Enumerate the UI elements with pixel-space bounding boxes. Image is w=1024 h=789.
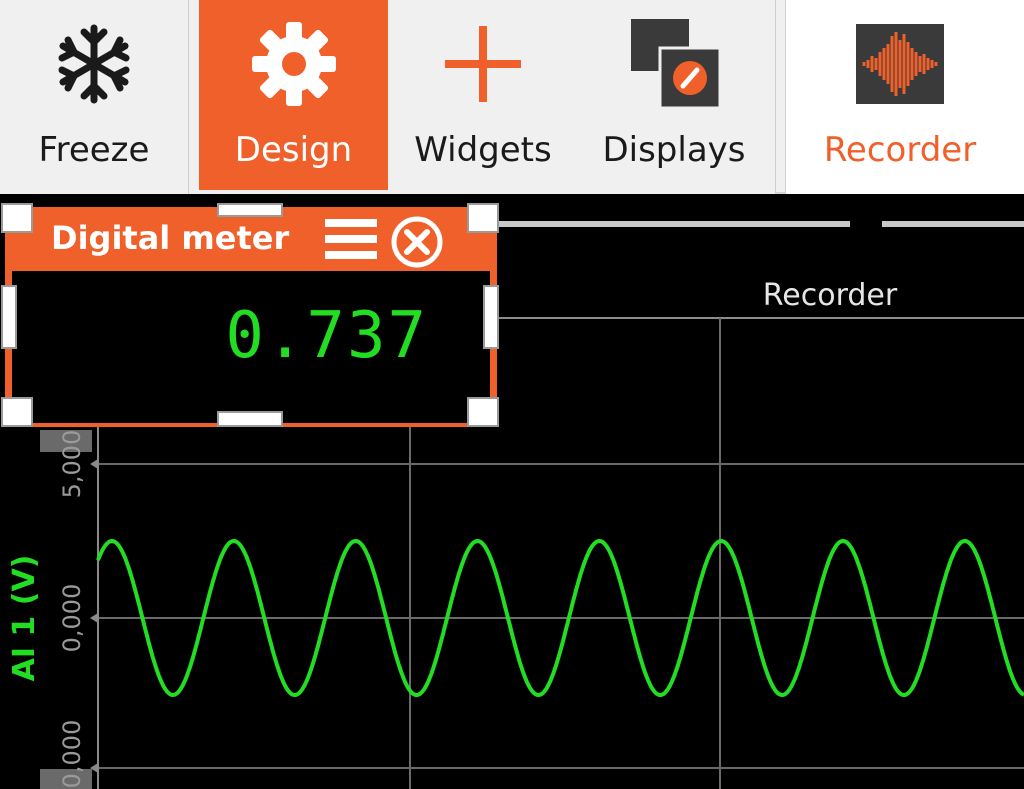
digital-meter-display: 0.737 [12, 271, 490, 423]
resize-handle-bottom-left[interactable] [1, 397, 33, 427]
resize-handle-top-right[interactable] [467, 203, 499, 233]
hamburger-menu-icon[interactable] [323, 213, 379, 265]
y-tick-label-5: 5,000 [58, 430, 86, 499]
design-label: Design [234, 130, 353, 170]
freeze-label: Freeze [38, 130, 150, 170]
app-window: Freeze Design Widgets Displays Recorder … [0, 0, 1024, 789]
y-tick-marker [90, 613, 98, 623]
resize-handle-top-left[interactable] [1, 203, 33, 233]
displays-button[interactable]: Displays [577, 0, 771, 190]
widgets-label: Widgets [414, 130, 552, 170]
snowflake-icon [0, 16, 188, 112]
displays-icon [577, 16, 771, 112]
close-icon[interactable] [390, 215, 444, 269]
resize-handle-right[interactable] [483, 285, 499, 349]
gear-icon [199, 16, 388, 112]
resize-handle-bottom-right[interactable] [467, 397, 499, 427]
design-group: Design Widgets Displays [189, 0, 776, 194]
resize-handle-bottom[interactable] [217, 411, 283, 427]
widgets-button[interactable]: Widgets [392, 0, 574, 190]
displays-label: Displays [602, 130, 746, 170]
resize-handle-left[interactable] [1, 285, 17, 349]
toolbar: Freeze Design Widgets Displays Recorder [0, 0, 1024, 194]
digital-meter-value: 0.737 [225, 299, 428, 373]
chart-title: Recorder [762, 278, 898, 313]
y-tick-label-0: 0,000 [58, 584, 86, 653]
y-axis-ticks [90, 459, 98, 773]
y-axis-label: AI 1 (V) [7, 555, 42, 682]
plus-icon [392, 16, 574, 112]
recorder-group: Recorder [785, 0, 1024, 194]
freeze-group: Freeze [0, 0, 189, 194]
digital-meter-title: Digital meter [51, 219, 290, 257]
recorder-button[interactable]: Recorder [786, 0, 1014, 190]
waveform-icon [786, 16, 1014, 112]
y-tick-marker [90, 459, 98, 469]
digital-meter-widget[interactable]: Digital meter 0.737 [1, 203, 499, 427]
freeze-button[interactable]: Freeze [0, 0, 188, 190]
resize-handle-top[interactable] [217, 203, 283, 217]
design-button[interactable]: Design [199, 0, 388, 190]
y-tick-label-neg: 0,000 [58, 720, 86, 789]
recorder-label: Recorder [823, 130, 977, 170]
